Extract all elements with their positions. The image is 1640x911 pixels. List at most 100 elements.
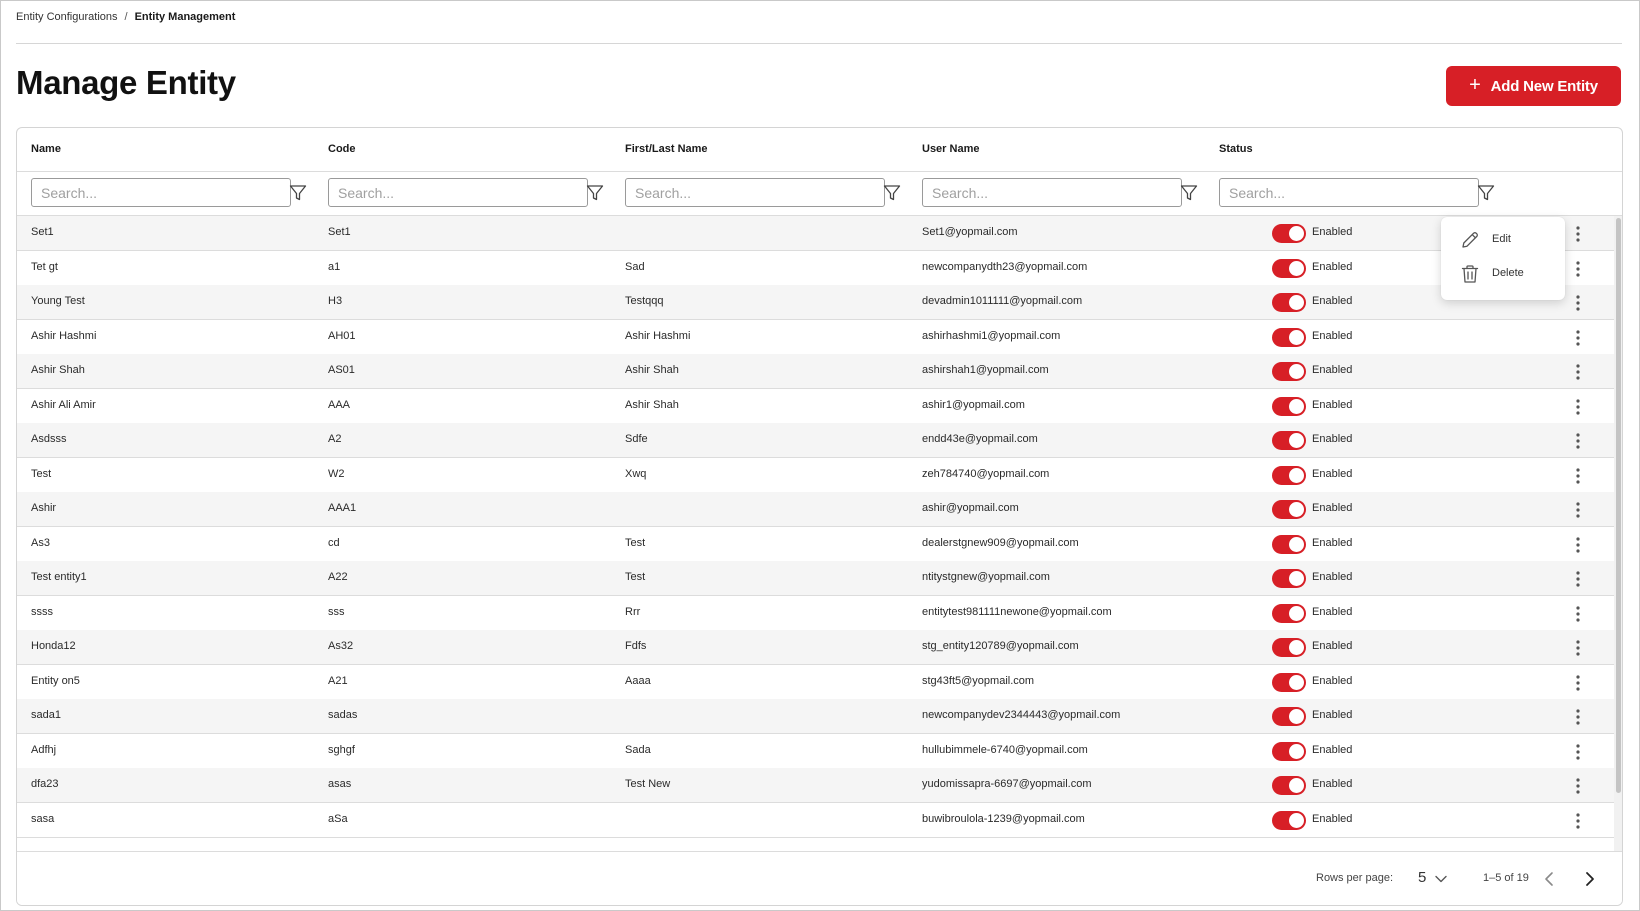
status-toggle-knob <box>1289 467 1304 483</box>
more-vertical-icon[interactable] <box>1570 362 1586 382</box>
status-toggle[interactable] <box>1272 327 1306 347</box>
search-input-code[interactable] <box>328 178 588 207</box>
status-toggle-knob <box>1289 329 1304 345</box>
status-toggle[interactable] <box>1272 638 1306 657</box>
search-input-status[interactable] <box>1219 178 1479 207</box>
more-vertical-icon[interactable] <box>1570 397 1586 417</box>
status-toggle[interactable] <box>1272 500 1306 519</box>
table-row[interactable]: Asdsss A2 Sdfe endd43e@yopmail.com Enabled <box>17 423 1614 458</box>
status-toggle[interactable] <box>1272 707 1306 726</box>
more-vertical-icon[interactable] <box>1570 328 1586 348</box>
table-row[interactable]: Adfhj sghgf Sada hullubimmele-6740@yopmail.… <box>17 734 1614 769</box>
filter-icon[interactable] <box>585 183 605 203</box>
more-vertical-icon[interactable] <box>1570 673 1586 693</box>
table-row[interactable]: Test entity1 A22 Test ntitystgnew@yopmail.c… <box>17 561 1614 596</box>
cell-code: AAA <box>328 398 351 411</box>
more-vertical-icon[interactable] <box>1570 742 1586 762</box>
status-toggle[interactable] <box>1272 258 1306 278</box>
filter-icon[interactable] <box>1179 183 1199 203</box>
filter-icon[interactable] <box>882 183 902 203</box>
status-toggle[interactable] <box>1272 776 1306 795</box>
table-row[interactable]: Ashir Shah AS01 Ashir Shah ashirshah1@yopma… <box>17 354 1614 389</box>
status-toggle[interactable] <box>1272 672 1306 692</box>
status-toggle[interactable] <box>1272 741 1306 761</box>
column-header-user-name[interactable]: User Name <box>922 143 979 155</box>
more-vertical-icon[interactable] <box>1570 707 1586 727</box>
edit-menu-item[interactable]: Edit <box>1441 223 1565 257</box>
status-toggle[interactable] <box>1272 293 1306 312</box>
status-toggle[interactable] <box>1272 603 1306 623</box>
status-label: Enabled <box>1312 502 1353 514</box>
cell-user-name: dealerstgnew909@yopmail.com <box>922 536 1079 549</box>
pagination-range: 1–5 of 19 <box>1483 872 1529 884</box>
rows-per-page-label: Rows per page: <box>1316 872 1394 884</box>
cell-code: sss <box>328 605 345 618</box>
table-row[interactable]: ssss sss Rrr entitytest981111newone@yopmail… <box>17 596 1614 631</box>
more-vertical-icon[interactable] <box>1570 811 1586 831</box>
status-toggle[interactable] <box>1272 396 1306 416</box>
search-input-user-name[interactable] <box>922 178 1182 207</box>
cell-user-name: ashirshah1@yopmail.com <box>922 364 1049 376</box>
table-row[interactable]: sada1 sadas newcompanydev2344443@yopmail.c… <box>17 699 1614 734</box>
table-row[interactable]: Ashir Ali Amir AAA Ashir Shah ashir1@yopmai… <box>17 389 1614 424</box>
table-row[interactable]: Honda12 As32 Fdfs stg_entity120789@yopmail.… <box>17 630 1614 665</box>
table-row[interactable]: Ashir Hashmi AH01 Ashir Hashmi ashirhashmi1… <box>17 320 1614 355</box>
more-vertical-icon[interactable] <box>1570 224 1586 244</box>
more-vertical-icon[interactable] <box>1570 638 1586 658</box>
table-row[interactable]: Ashir AAA1 ashir@yopmail.com Enabled <box>17 492 1614 527</box>
table-row[interactable]: Young Test H3 Testqqq devadmin1011111@yopma… <box>17 285 1614 320</box>
more-vertical-icon[interactable] <box>1570 259 1586 279</box>
cell-first-last-name: Sada <box>625 743 651 756</box>
column-header-first-last-name[interactable]: First/Last Name <box>625 143 708 155</box>
column-header-name[interactable]: Name <box>31 143 61 155</box>
add-new-entity-button[interactable]: + Add New Entity <box>1446 66 1621 106</box>
more-vertical-icon[interactable] <box>1570 604 1586 624</box>
rows-per-page-select[interactable]: 5 <box>1418 869 1426 886</box>
status-toggle[interactable] <box>1272 224 1306 243</box>
table-row[interactable]: Test W2 Xwq zeh784740@yopmail.com Enabled <box>17 458 1614 493</box>
search-input-first-last-name[interactable] <box>625 178 885 207</box>
table-row[interactable]: Entity on5 A21 Aaaa stg43ft5@yopmail.com Ena… <box>17 665 1614 700</box>
search-input-name[interactable] <box>31 178 291 207</box>
cell-code: A21 <box>328 674 348 687</box>
pencil-icon <box>1462 232 1478 248</box>
status-toggle[interactable] <box>1272 534 1306 554</box>
more-vertical-icon[interactable] <box>1570 569 1586 589</box>
status-toggle[interactable] <box>1272 362 1306 381</box>
table-scrollbar-thumb[interactable] <box>1616 218 1621 793</box>
cell-first-last-name: Sdfe <box>625 433 648 445</box>
cell-name: Honda12 <box>31 640 76 652</box>
table-row[interactable]: sasa aSa buwibroulola-1239@yopmail.com Enab… <box>17 803 1614 838</box>
cell-name: Ashir Hashmi <box>31 329 97 342</box>
more-vertical-icon[interactable] <box>1570 293 1586 313</box>
table-row[interactable]: dfa23 asas Test New yudomissapra-6697@yopma… <box>17 768 1614 803</box>
filter-icon[interactable] <box>1476 183 1496 203</box>
next-page-button[interactable] <box>1578 868 1600 890</box>
status-toggle[interactable] <box>1272 431 1306 450</box>
more-vertical-icon[interactable] <box>1570 431 1586 451</box>
cell-user-name: entitytest981111newone@yopmail.com <box>922 605 1112 618</box>
status-toggle[interactable] <box>1272 810 1306 830</box>
chevron-down-icon[interactable] <box>1434 872 1448 886</box>
status-toggle[interactable] <box>1272 569 1306 588</box>
table-row[interactable]: As3 cd Test dealerstgnew909@yopmail.com Enab… <box>17 527 1614 562</box>
status-label: Enabled <box>1312 536 1353 549</box>
more-vertical-icon[interactable] <box>1570 776 1586 796</box>
more-vertical-icon[interactable] <box>1570 466 1586 486</box>
status-toggle-knob <box>1289 674 1304 690</box>
row-actions-menu: Edit Delete <box>1441 217 1565 300</box>
cell-code: a1 <box>328 260 341 273</box>
status-toggle[interactable] <box>1272 465 1306 485</box>
breadcrumb-entity-configurations[interactable]: Entity Configurations <box>16 11 118 23</box>
cell-code: Set1 <box>328 226 351 238</box>
delete-menu-item[interactable]: Delete <box>1441 257 1565 291</box>
status-toggle-knob <box>1289 571 1304 586</box>
more-vertical-icon[interactable] <box>1570 535 1586 555</box>
column-header-code[interactable]: Code <box>328 143 356 155</box>
column-header-status[interactable]: Status <box>1219 143 1253 155</box>
table-row[interactable]: Set1 Set1 Set1@yopmail.com Enabled <box>17 216 1614 251</box>
filter-icon[interactable] <box>288 183 308 203</box>
table-row[interactable]: Tet gt a1 Sad newcompanydth23@yopmail.com En… <box>17 251 1614 286</box>
more-vertical-icon[interactable] <box>1570 500 1586 520</box>
previous-page-button[interactable] <box>1539 868 1561 890</box>
